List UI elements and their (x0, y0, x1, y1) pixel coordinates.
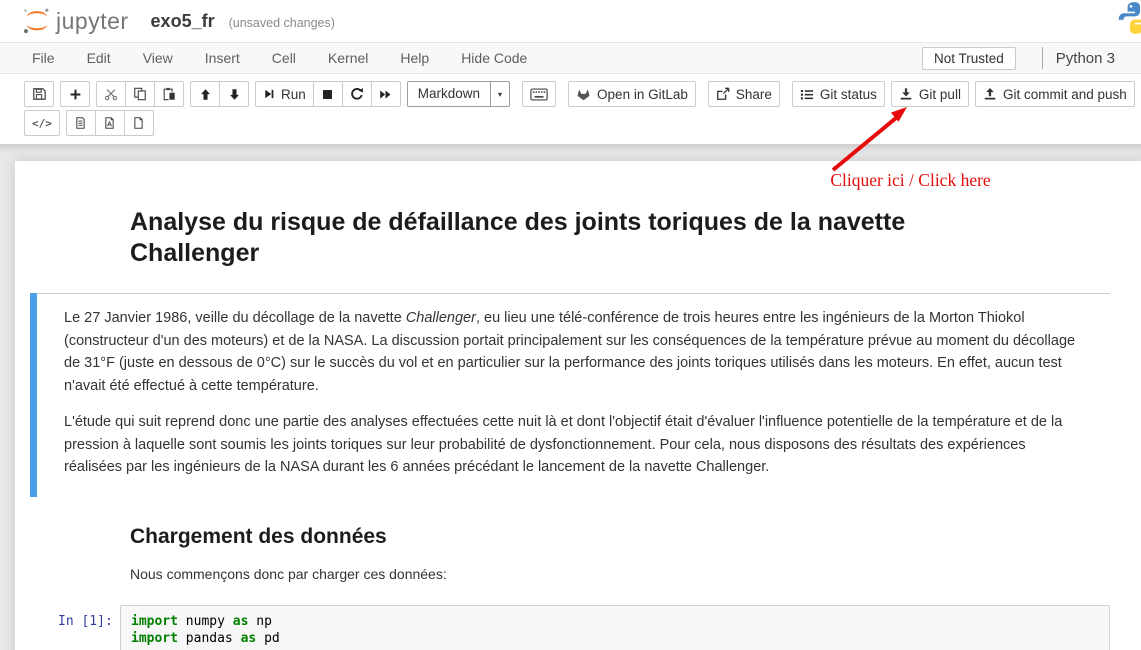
copy-icon (133, 87, 147, 101)
menu-edit[interactable]: Edit (71, 43, 127, 73)
input-prompt: In [1]: (15, 605, 120, 650)
menu-file[interactable]: File (28, 43, 71, 73)
run-button[interactable]: Run (255, 81, 314, 107)
git-pull-button[interactable]: Git pull (891, 81, 969, 107)
scissors-icon (104, 87, 118, 101)
git-status-button[interactable]: Git status (792, 81, 885, 107)
plus-icon (69, 88, 82, 101)
menu-view[interactable]: View (127, 43, 189, 73)
move-group (190, 81, 249, 107)
copy-cell-button[interactable] (125, 81, 155, 107)
run-button-label: Run (281, 87, 306, 102)
export-script-button[interactable] (66, 110, 96, 136)
move-cell-down-button[interactable] (219, 81, 249, 107)
share-icon (716, 87, 730, 101)
move-cell-up-button[interactable] (190, 81, 220, 107)
kernel-separator (1042, 47, 1043, 69)
share-button-label: Share (736, 87, 772, 102)
toolbar-row-2: </> (24, 110, 1141, 136)
step-forward-icon (263, 88, 275, 100)
paste-icon (162, 87, 176, 101)
save-icon (32, 87, 46, 101)
export-group (66, 110, 154, 136)
file-pdf-icon (103, 116, 116, 130)
code-line: import pandas as pd (131, 630, 1099, 648)
code-icon: </> (32, 117, 52, 130)
jupyter-wordmark: jupyter (56, 8, 129, 35)
code-editor[interactable]: import numpy as np import pandas as pd d… (120, 605, 1110, 650)
paste-cell-button[interactable] (154, 81, 184, 107)
challenger-italic: Challenger (406, 310, 476, 326)
intro-blockquote-text: Le 27 Janvier 1986, veille du décollage … (37, 293, 1110, 497)
python-logo-icon (1117, 1, 1141, 35)
open-in-gitlab-label: Open in GitLab (597, 87, 688, 102)
restart-kernel-button[interactable] (342, 81, 372, 107)
menu-bar: File Edit View Insert Cell Kernel Help H… (0, 42, 1141, 74)
cell-type-selected: Markdown (408, 82, 490, 106)
toolbar-row-1: Run Markdown ▾ (24, 81, 1141, 107)
fast-forward-icon (379, 88, 392, 101)
file-blank-icon (132, 116, 145, 130)
intro-sentence: Nous commençons donc par charger ces don… (130, 566, 1141, 582)
notebook-header: jupyter exo5_fr (unsaved changes) (0, 0, 1141, 42)
cell-type-select[interactable]: Markdown ▾ (407, 81, 510, 107)
kernel-indicator: Python 3 (1056, 50, 1127, 67)
new-file-button[interactable] (124, 110, 154, 136)
git-status-label: Git status (820, 87, 877, 102)
git-pull-label: Git pull (919, 87, 961, 102)
run-all-below-button[interactable] (371, 81, 401, 107)
interrupt-kernel-button[interactable] (313, 81, 343, 107)
keyboard-icon (530, 88, 548, 101)
cut-cell-button[interactable] (96, 81, 126, 107)
blockquote-paragraph-1: Le 27 Janvier 1986, veille du décollage … (64, 307, 1086, 397)
toolbar: Run Markdown ▾ (0, 74, 1141, 144)
gitlab-icon (576, 87, 591, 101)
checkpoint-status: (unsaved changes) (229, 13, 335, 30)
save-button[interactable] (24, 81, 54, 107)
open-in-gitlab-button[interactable]: Open in GitLab (568, 81, 696, 107)
menu-cell[interactable]: Cell (256, 43, 312, 73)
code-line: import numpy as np (131, 613, 1099, 631)
notebook-h1-title: Analyse du risque de défaillance des joi… (130, 207, 970, 269)
menu-right-area: Not Trusted Python 3 (922, 47, 1127, 70)
add-cell-button[interactable] (60, 81, 90, 107)
git-commit-and-push-button[interactable]: Git commit and push (975, 81, 1135, 107)
chevron-down-icon: ▾ (490, 82, 509, 106)
menu-help[interactable]: Help (384, 43, 445, 73)
not-trusted-button[interactable]: Not Trusted (922, 47, 1016, 70)
intro-blockquote: Le 27 Janvier 1986, veille du décollage … (30, 293, 1110, 497)
jupyter-logo-icon (22, 6, 52, 36)
arrow-up-icon (199, 88, 212, 101)
arrow-down-icon (228, 88, 241, 101)
command-palette-button[interactable] (522, 81, 556, 107)
code-cell: In [1]: import numpy as np import pandas… (15, 605, 1141, 650)
refresh-icon (350, 87, 364, 101)
jupyter-logo[interactable]: jupyter (22, 6, 129, 36)
export-pdf-button[interactable] (95, 110, 125, 136)
blockquote-paragraph-2: L'étude qui suit reprend donc une partie… (64, 411, 1086, 479)
upload-icon (983, 87, 997, 101)
edit-group (96, 81, 184, 107)
notebook-page: Analyse du risque de défaillance des joi… (15, 161, 1141, 650)
stop-icon (321, 88, 334, 101)
menu-kernel[interactable]: Kernel (312, 43, 384, 73)
menu-hide-code[interactable]: Hide Code (445, 43, 543, 73)
git-commit-and-push-label: Git commit and push (1003, 87, 1127, 102)
run-group: Run (255, 81, 401, 107)
list-icon (800, 88, 814, 101)
menu-insert[interactable]: Insert (189, 43, 256, 73)
download-icon (899, 87, 913, 101)
share-button[interactable]: Share (708, 81, 780, 107)
notebook-title[interactable]: exo5_fr (151, 11, 215, 32)
toggle-code-button[interactable]: </> (24, 110, 60, 136)
notebook-site: Analyse du risque de défaillance des joi… (0, 144, 1141, 650)
document-text-icon (74, 116, 87, 130)
section-title: Chargement des données (130, 525, 1141, 549)
